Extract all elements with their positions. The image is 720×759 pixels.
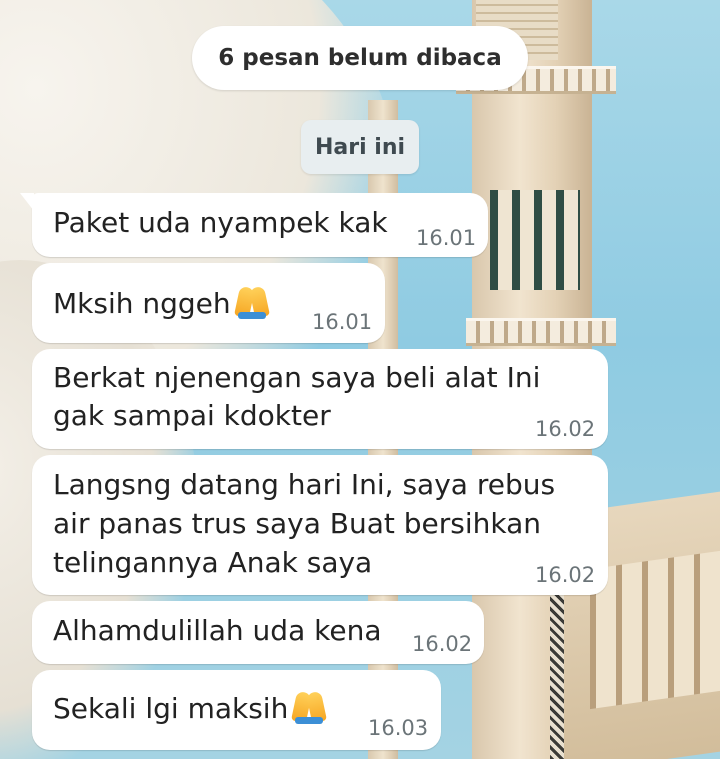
- wallpaper-minaret-windows: [490, 190, 580, 290]
- date-separator: Hari ini: [301, 120, 419, 174]
- message-time: 16.02: [535, 417, 596, 441]
- message-text: Sekali lgi maksih: [53, 692, 289, 725]
- folded-hands-icon: [233, 283, 270, 319]
- unread-messages-label: 6 pesan belum dibaca: [218, 45, 502, 71]
- message-bubble[interactable]: Berkat njenengan saya beli alat Ini gak …: [32, 349, 608, 449]
- wallpaper-building-windows: [590, 550, 720, 710]
- folded-hands-icon: [291, 688, 328, 724]
- message-time: 16.01: [416, 226, 477, 250]
- message-bubble[interactable]: Langsng datang hari Ini, saya rebus air …: [32, 455, 608, 595]
- wallpaper-lattice: [550, 590, 564, 759]
- message-text-line: telingannya Anak saya: [53, 546, 373, 579]
- message-time: 16.02: [412, 632, 473, 656]
- unread-messages-banner: 6 pesan belum dibaca: [192, 26, 528, 90]
- message-bubble[interactable]: Mksih nggeh 16.01: [32, 263, 385, 343]
- wallpaper-balcony: [466, 318, 616, 346]
- message-time: 16.03: [368, 716, 429, 740]
- message-text-row: Sekali lgi maksih: [53, 688, 328, 728]
- message-text: Mksih nggeh: [53, 287, 231, 320]
- message-text-line: gak sampai kdokter: [53, 399, 331, 432]
- message-bubble[interactable]: Sekali lgi maksih 16.03: [32, 670, 441, 750]
- message-bubble[interactable]: Alhamdulillah uda kena 16.02: [32, 601, 484, 664]
- message-text: Alhamdulillah uda kena: [53, 614, 382, 647]
- message-text-line: air panas trus saya Buat bersihkan: [53, 507, 542, 540]
- message-text-line: Berkat njenengan saya beli alat Ini: [53, 361, 541, 394]
- message-time: 16.02: [535, 563, 596, 587]
- message-text: Paket uda nyampek kak: [53, 206, 388, 239]
- message-text-line: Langsng datang hari Ini, saya rebus: [53, 468, 556, 501]
- message-bubble[interactable]: Paket uda nyampek kak 16.01: [20, 193, 488, 257]
- message-time: 16.01: [312, 310, 373, 334]
- chat-screen: 6 pesan belum dibaca Hari ini Paket uda …: [0, 0, 720, 759]
- message-text-row: Mksih nggeh: [53, 283, 270, 323]
- date-separator-label: Hari ini: [314, 134, 406, 160]
